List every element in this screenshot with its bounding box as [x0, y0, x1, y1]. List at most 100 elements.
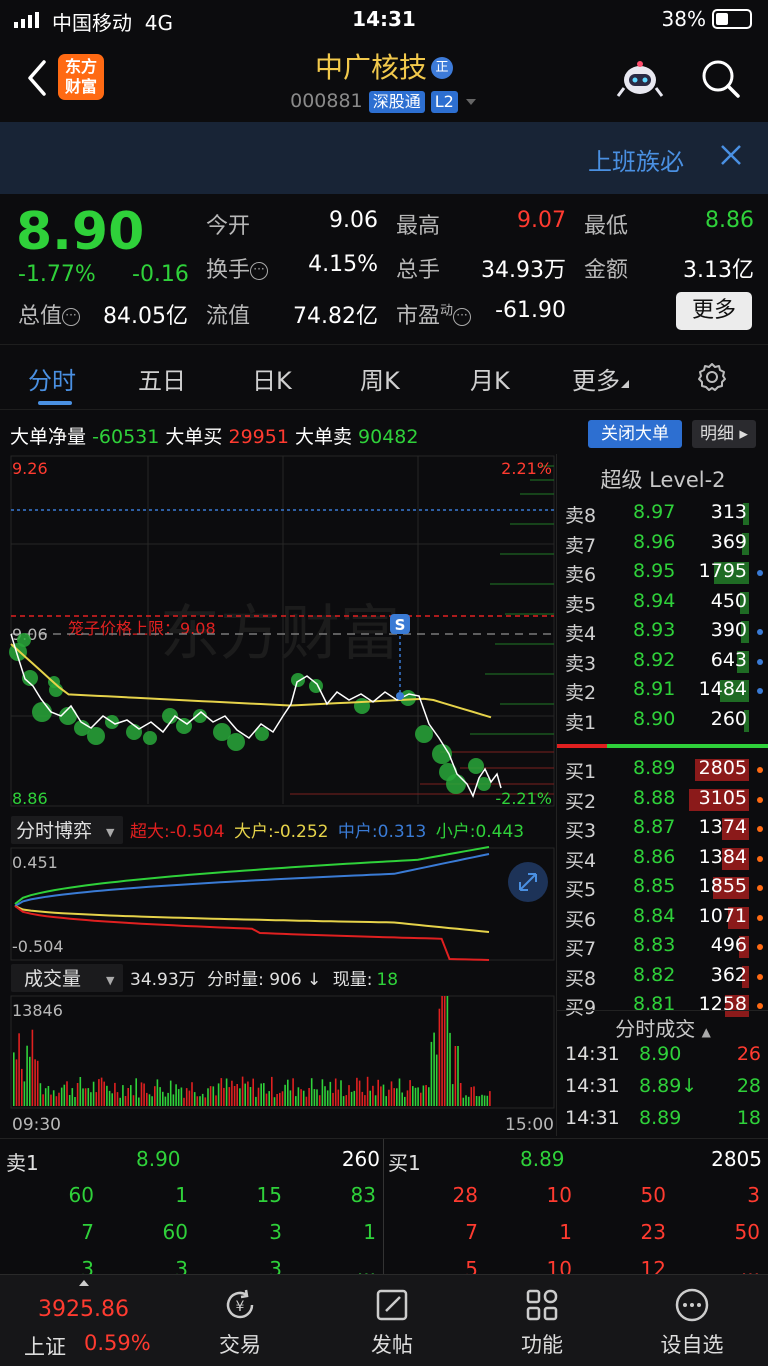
nav-post[interactable]: 发帖: [332, 1275, 452, 1366]
volume-bar: [340, 1080, 342, 1106]
level-label: 卖6: [565, 564, 597, 586]
chevron-down-icon: [465, 99, 476, 105]
ask-row[interactable]: 卖8 8.97 313: [557, 498, 768, 528]
pct-high-label: 2.21%: [501, 459, 552, 478]
volume-bar: [90, 1092, 92, 1106]
robot-assistant-icon[interactable]: [616, 58, 664, 102]
bid-row[interactable]: 买3 8.87 1374: [557, 813, 768, 843]
volume-bar: [260, 1083, 262, 1106]
gear-icon[interactable]: [696, 361, 728, 393]
volume-bar: [60, 1087, 63, 1106]
status-bar: 中国移动 4G 14:31 38%: [0, 0, 768, 40]
ad-banner[interactable]: 上班族必: [0, 122, 768, 194]
volume-bar: [475, 1096, 478, 1106]
volume-bar: [249, 1087, 252, 1106]
buy-label: 大单买: [165, 426, 223, 448]
mktcap-label[interactable]: 总值 ···: [18, 298, 81, 330]
price-low-label: 8.86: [12, 789, 48, 808]
bid-row[interactable]: 买5 8.85 1855: [557, 872, 768, 902]
mktcap-value: 84.05亿: [103, 304, 188, 329]
ask1-price: 8.90: [136, 1147, 181, 1171]
bid1-price: 8.89: [520, 1147, 565, 1171]
queue-order: 83: [350, 1183, 376, 1207]
ask-row[interactable]: 卖7 8.96 369: [557, 528, 768, 558]
bid-row[interactable]: 买6 8.84 1071: [557, 902, 768, 932]
ask-row[interactable]: 卖1 8.90 260: [557, 705, 768, 735]
volume-bar: [305, 1096, 308, 1106]
search-icon[interactable]: [700, 58, 742, 100]
volume-bar: [172, 1094, 175, 1106]
volume-bar: [401, 1092, 403, 1106]
big-order-text: 大单净量 -60531 大单买 29951 大单卖 90482: [10, 422, 419, 449]
volume-bar: [350, 1091, 353, 1106]
trade-row: 14:31 8.90 26: [565, 1043, 761, 1075]
pe-label[interactable]: 市盈动 ···: [396, 298, 472, 330]
volume-bar: [191, 1082, 193, 1106]
close-big-order-button[interactable]: 关闭大单: [588, 420, 682, 448]
bid1-volume: 2805: [711, 1147, 762, 1171]
volume-bar: [441, 996, 443, 1106]
index-name: 上证: [24, 1335, 66, 1359]
chevron-up-icon: ▲: [701, 1025, 711, 1039]
index-ticker[interactable]: 3925.86 上证 0.59%: [0, 1275, 170, 1366]
ask-row[interactable]: 卖3 8.92 643: [557, 646, 768, 676]
tab-weekly-k[interactable]: 周K: [360, 361, 400, 396]
volume-bar: [377, 1079, 379, 1106]
volume-bar: [295, 1096, 297, 1106]
bid-row[interactable]: 买1 8.89 2805: [557, 754, 768, 784]
nav-add-watchlist[interactable]: 设自选: [632, 1275, 752, 1366]
volume-bar: [47, 1086, 50, 1106]
volume-bar: [167, 1092, 169, 1106]
level-board-divider: [383, 1139, 384, 1275]
bid-row[interactable]: 买8 8.82 362: [557, 961, 768, 991]
bid-row[interactable]: 买7 8.83 496: [557, 931, 768, 961]
level-price: 8.96: [633, 530, 676, 553]
volume-bar: [358, 1080, 361, 1106]
volume-bar: [71, 1088, 74, 1106]
level-volume: 260: [710, 707, 747, 730]
amount-value: 3.13亿: [683, 258, 754, 283]
bid-row[interactable]: 买4 8.86 1384: [557, 843, 768, 873]
queue-order: 3: [269, 1220, 282, 1244]
nav-trade[interactable]: ¥ 交易: [180, 1275, 300, 1366]
turnover-label[interactable]: 换手 ···: [206, 252, 269, 284]
more-button[interactable]: 更多: [676, 292, 752, 330]
detail-button[interactable]: 明细 ▸: [692, 420, 756, 448]
game-frame: [10, 847, 555, 961]
volume-bar: [324, 1086, 326, 1106]
volume-bar: [316, 1089, 318, 1106]
volume-bar: [84, 1088, 87, 1106]
ask-row[interactable]: 卖6 8.95 1795: [557, 557, 768, 587]
volume-bar: [228, 1087, 231, 1106]
volume-bar: [100, 1077, 103, 1106]
level-volume: 1484: [698, 678, 747, 700]
quote-panel: 8.90 -1.77% -0.16 今开 9.06 最高 9.07 最低 8.8…: [0, 194, 768, 344]
tab-more[interactable]: 更多: [572, 361, 630, 396]
order-dot-icon: [757, 767, 763, 773]
tab-monthly-k[interactable]: 月K: [470, 361, 510, 396]
ask-row[interactable]: 卖2 8.91 1484: [557, 675, 768, 705]
small-value: 0.443: [475, 822, 524, 842]
intraday-chart[interactable]: 东方财富 笼子价格上限：9.08 9.26 2.21% 9.06 8.86 -2…: [0, 454, 556, 1136]
volume-bar: [244, 1083, 246, 1106]
close-icon[interactable]: [720, 144, 742, 166]
volume-bar: [130, 1085, 132, 1106]
tab-intraday[interactable]: 分时: [28, 361, 76, 396]
time-sales[interactable]: 分时成交 ▲ 14:31 8.90 26 14:31 8.89↓ 28 14:31 8.89 1…: [556, 1010, 768, 1136]
volume-bar: [380, 1086, 382, 1106]
tab-daily-k[interactable]: 日K: [252, 361, 292, 396]
tab-five-day[interactable]: 五日: [138, 361, 186, 396]
level-volume: 369: [710, 530, 747, 553]
banner-text[interactable]: 上班族必: [588, 142, 684, 177]
level-label: 卖5: [565, 593, 597, 616]
ask-row[interactable]: 卖4 8.93 390: [557, 616, 768, 646]
volume-bar: [188, 1090, 191, 1106]
bid-row[interactable]: 买2 8.88 3105: [557, 784, 768, 814]
volume-bar: [15, 1059, 18, 1106]
volume-bar: [146, 1092, 148, 1106]
level-price: 8.83: [633, 934, 676, 956]
nav-functions[interactable]: 功能: [482, 1275, 602, 1366]
order-book: 超级 Level-2 卖8 8.97 313 卖7 8.96 369 卖6 8.95 1795 卖…: [556, 454, 768, 1019]
ask-row[interactable]: 卖5 8.94 450: [557, 587, 768, 617]
level-label: 买5: [565, 879, 597, 901]
